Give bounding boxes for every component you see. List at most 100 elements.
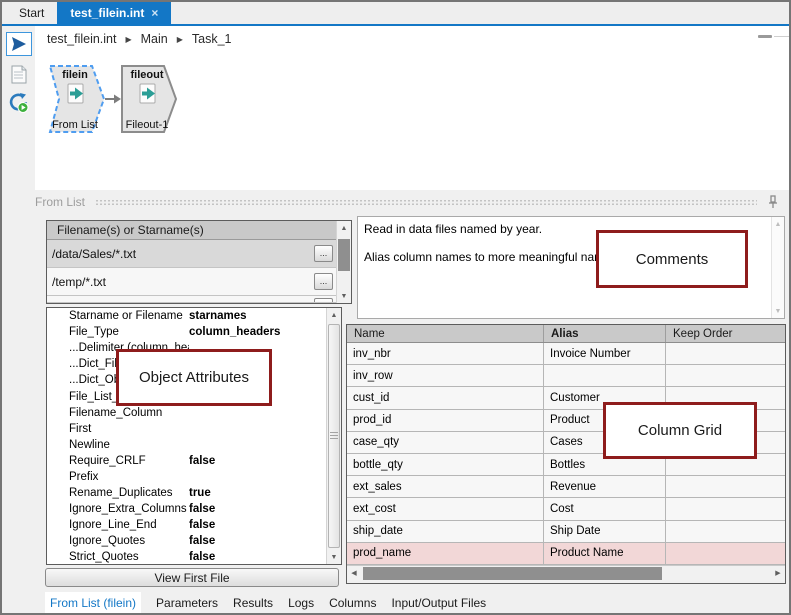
file-list-table: Filename(s) or Starname(s) /data/Sales/*… [46,220,352,304]
bottom-tab[interactable]: Columns [329,596,376,610]
document-tab[interactable]: test_filein.int× [57,2,171,24]
grid-cell [666,365,785,386]
scroll-up-icon[interactable]: ▲ [337,221,351,235]
attribute-label: Prefix [69,471,189,483]
scroll-up-icon[interactable]: ▲ [772,217,784,231]
breadcrumb-item[interactable]: test_filein.int [47,32,116,46]
attribute-row[interactable]: Prefix [47,469,326,485]
attribute-value: true [189,487,326,499]
file-list-rows: /data/Sales/*.txt.../temp/*.txt...... [47,240,336,303]
attribute-row[interactable]: Require_CRLFfalse [47,453,326,469]
column-header[interactable]: Name [347,325,544,342]
attribute-value: false [189,503,326,515]
comments-scrollbar[interactable]: ▲ ▼ [771,217,784,318]
grid-row[interactable]: ext_costCost [347,498,785,520]
bottom-tab[interactable]: Input/Output Files [391,596,486,610]
annotation-column-grid: Column Grid [603,402,757,459]
attribute-label: Require_CRLF [69,455,189,467]
drag-grip[interactable] [95,199,757,206]
attributes-scrollbar[interactable]: ▲ ▼ [326,308,341,564]
grid-cell: Product Name [544,543,666,564]
node-filein[interactable]: filein From List [50,66,104,132]
bottom-tab[interactable]: Logs [288,596,314,610]
breadcrumb: test_filein.int▶Main▶Task_1 [35,26,789,52]
scrollbar-thumb[interactable] [338,239,350,271]
thumb-grip-icon [330,432,338,440]
scroll-right-icon[interactable]: ▶ [771,566,785,581]
attribute-value: false [189,551,326,563]
grid-cell: Revenue [544,476,666,497]
grid-row[interactable]: inv_row [347,365,785,387]
splitter-handle[interactable] [758,35,772,38]
grid-row[interactable]: prod_nameProduct Name [347,543,785,565]
panel-header[interactable]: From List [2,192,789,212]
file-row[interactable]: /data/Sales/*.txt... [47,240,336,268]
attribute-row[interactable]: File_Typecolumn_headers [47,324,326,340]
attribute-row[interactable]: Starname or Filenamestarnames [47,308,326,324]
grid-cell: Ship Date [544,521,666,542]
column-header[interactable]: Alias [544,325,666,342]
workflow-canvas[interactable]: filein From List fileout Fileout-1 [35,52,789,190]
attribute-row[interactable]: Ignore_Line_Endfalse [47,517,326,533]
grid-cell: Invoice Number [544,343,666,364]
grid-cell [544,365,666,386]
scroll-down-icon[interactable]: ▼ [327,550,341,564]
attribute-value: column_headers [189,326,326,338]
attribute-label: Ignore_Extra_Columns [69,503,189,515]
pin-icon[interactable] [767,195,779,209]
grid-row[interactable]: ship_dateShip Date [347,521,785,543]
close-icon[interactable]: × [151,6,158,20]
browse-button[interactable]: ... [314,273,333,290]
grid-row[interactable]: ext_salesRevenue [347,476,785,498]
attribute-label: Strict_Quotes [69,551,189,563]
notes-button[interactable] [7,63,31,85]
attribute-label: Newline [69,439,189,451]
grid-cell: bottle_qty [347,454,544,475]
browse-button[interactable]: ... [314,298,333,304]
file-list-scrollbar[interactable]: ▲ ▼ [336,221,351,303]
column-header[interactable]: Keep Order [666,325,785,342]
breadcrumb-item[interactable]: Main [141,32,168,46]
attribute-row[interactable]: Newline [47,437,326,453]
attribute-row[interactable]: Rename_Duplicatestrue [47,485,326,501]
bottom-tab[interactable]: Parameters [156,596,218,610]
run-history-button[interactable] [7,92,31,114]
scroll-left-icon[interactable]: ◀ [347,566,361,581]
grid-cell: cust_id [347,387,544,408]
run-button[interactable] [6,32,32,56]
node-fileout[interactable]: fileout Fileout-1 [122,66,176,132]
run-icon [10,36,28,52]
document-tab[interactable]: Start [6,2,57,24]
left-toolbar [2,26,35,190]
attribute-row[interactable]: Ignore_Quotesfalse [47,533,326,549]
scroll-down-icon[interactable]: ▼ [337,289,351,303]
filename-cell: /temp/*.txt [47,275,314,289]
grid-cell: case_qty [347,432,544,453]
grid-row[interactable]: inv_nbrInvoice Number [347,343,785,365]
from-list-panel: From List Filename(s) or Starname(s) /da… [2,190,789,590]
node-type-label: fileout [131,69,164,81]
attribute-row[interactable]: Ignore_Extra_Columnsfalse [47,501,326,517]
scrollbar-thumb[interactable] [363,567,662,580]
bottom-tab[interactable]: Results [233,596,273,610]
file-list-header[interactable]: Filename(s) or Starname(s) [47,221,336,240]
view-first-file-button[interactable]: View First File [45,568,339,587]
breadcrumb-item[interactable]: Task_1 [192,32,232,46]
file-row[interactable]: /temp/*.txt... [47,268,336,296]
annotation-comments: Comments [596,230,748,288]
panel-title: From List [35,195,85,209]
file-row[interactable]: ... [47,296,336,303]
grid-cell [666,343,785,364]
attribute-value: false [189,519,326,531]
scrollbar-thumb[interactable] [328,324,340,548]
scroll-up-icon[interactable]: ▲ [327,308,341,322]
attribute-row[interactable]: First [47,421,326,437]
bottom-tab[interactable]: From List (filein) [45,592,141,614]
attribute-row[interactable]: Filename_Column [47,405,326,421]
splitter-line [774,36,789,37]
notes-icon [11,65,27,84]
column-grid-hscrollbar[interactable]: ◀ ▶ [347,565,785,581]
attribute-row[interactable]: Strict_Quotesfalse [47,549,326,564]
browse-button[interactable]: ... [314,245,333,262]
scroll-down-icon[interactable]: ▼ [772,304,784,318]
